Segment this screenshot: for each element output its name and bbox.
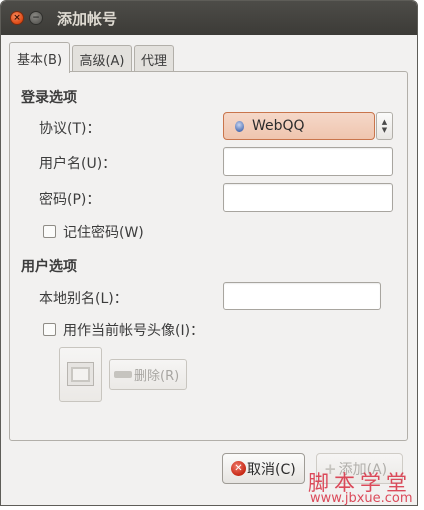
cancel-button-label: 取消(C) [247, 461, 296, 478]
window-title: 添加帐号 [57, 10, 118, 28]
webqq-icon [235, 120, 244, 132]
use-as-avatar-label[interactable]: 用作当前帐号头像(I)： [63, 320, 204, 340]
protocol-select[interactable]: WebQQ [223, 112, 375, 140]
avatar-picker-button[interactable] [59, 347, 102, 402]
title-bar[interactable]: × − 添加帐号 [1, 1, 417, 35]
login-options-heading: 登录选项 [21, 90, 77, 106]
tab-proxy[interactable]: 代理 [134, 45, 174, 72]
use-as-avatar-checkbox[interactable] [43, 323, 56, 336]
password-field[interactable] [223, 183, 393, 212]
cancel-icon: ✕ [231, 461, 246, 476]
add-account-dialog: × − 添加帐号 基本(B) 高级(A) 代理 登录选项 协议(T)： WebQ… [0, 0, 418, 506]
watermark-url: www.jbxue.com [310, 491, 413, 506]
remember-password-label[interactable]: 记住密码(W) [63, 222, 144, 242]
remember-password-checkbox[interactable] [43, 225, 56, 238]
tab-basic[interactable]: 基本(B) [9, 42, 70, 73]
remove-icon [114, 371, 132, 378]
username-field[interactable] [223, 147, 393, 176]
protocol-chevron-icon[interactable]: ▲ ▼ [376, 112, 393, 140]
remove-avatar-button[interactable]: 删除(R) [109, 359, 187, 390]
tab-advanced[interactable]: 高级(A) [72, 45, 132, 72]
close-icon: × [13, 12, 21, 23]
minimize-window-button[interactable]: − [29, 11, 43, 25]
close-window-button[interactable]: × [10, 11, 24, 25]
avatar-image-icon [67, 362, 94, 386]
minimize-icon: − [32, 12, 40, 23]
cancel-button[interactable]: ✕ 取消(C) [222, 453, 305, 484]
remove-avatar-label: 删除(R) [134, 369, 180, 384]
local-alias-field[interactable] [223, 282, 381, 310]
username-label: 用户名(U)： [39, 156, 117, 172]
protocol-select-value: WebQQ [252, 118, 305, 134]
password-label: 密码(P)： [39, 192, 101, 208]
protocol-label: 协议(T)： [39, 121, 101, 137]
user-options-heading: 用户选项 [21, 259, 77, 275]
local-alias-label: 本地别名(L)： [39, 291, 128, 307]
